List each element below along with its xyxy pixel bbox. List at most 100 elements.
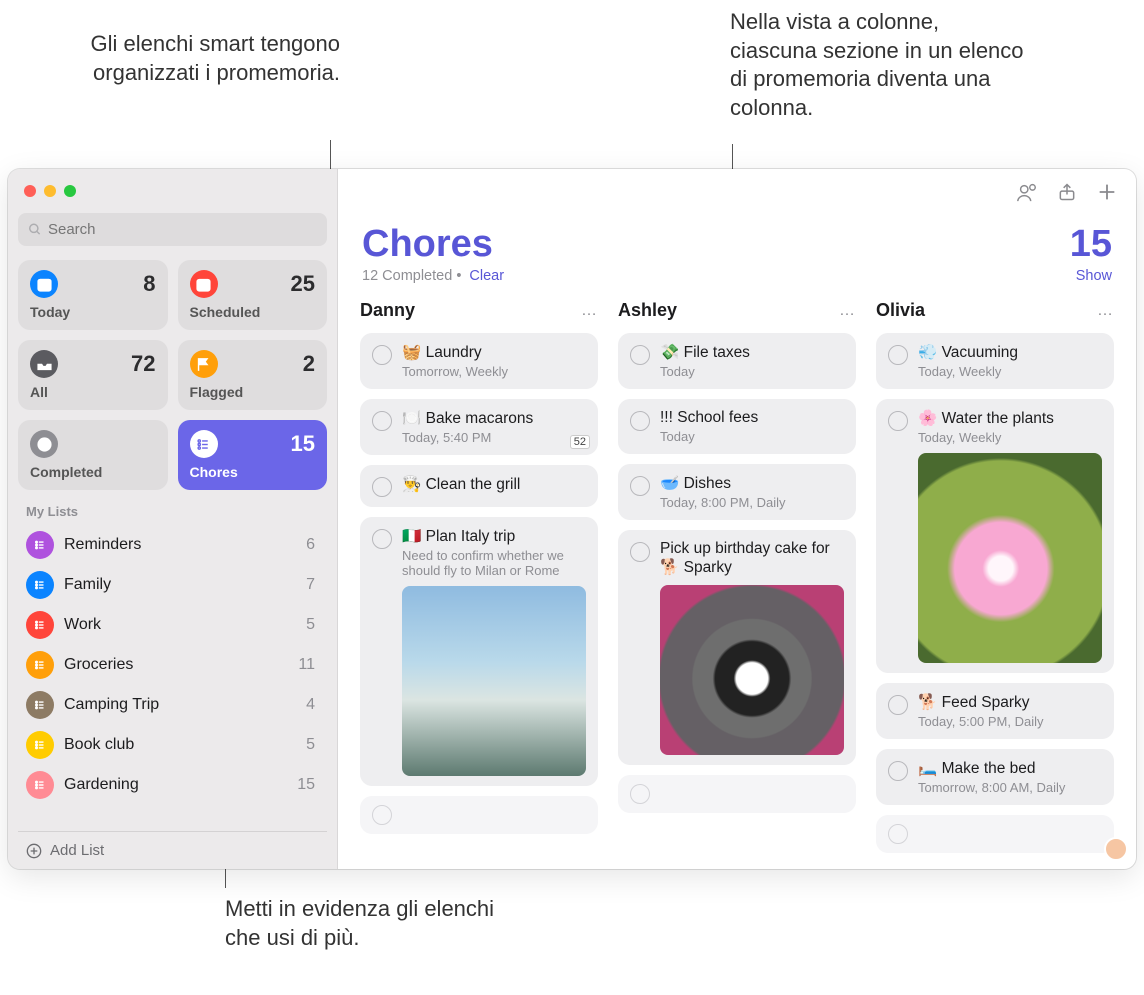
complete-toggle[interactable] [630, 411, 650, 431]
reminder-card[interactable]: 🥣 Dishes Today, 8:00 PM, Daily [618, 464, 856, 520]
list-row-work[interactable]: Work5 [18, 605, 327, 645]
list-label: Family [64, 576, 306, 594]
smart-count: 15 [291, 431, 315, 457]
reminder-card[interactable]: 👨‍🍳 Clean the grill [360, 465, 598, 507]
complete-toggle[interactable] [372, 529, 392, 549]
reminder-subtitle: Today, Weekly [918, 364, 1102, 379]
reminder-subtitle: Today [660, 429, 844, 444]
reminder-card[interactable]: 🌸 Water the plantsToday, Weekly [876, 399, 1114, 673]
reminder-title: 🥣 Dishes [660, 474, 844, 493]
add-reminder-icon[interactable] [1096, 181, 1118, 203]
smart-count: 2 [303, 351, 315, 377]
clear-completed[interactable]: Clear [469, 268, 504, 284]
add-reminder-placeholder[interactable] [876, 815, 1114, 853]
list-color-dot [26, 531, 54, 559]
reminder-card[interactable]: 🍽️ Bake macaronsToday, 5:40 PM52 [360, 399, 598, 455]
list-count: 7 [306, 576, 315, 594]
column-more-icon[interactable]: … [1097, 302, 1114, 320]
list-label: Groceries [64, 656, 298, 674]
reminder-card[interactable]: 🐕 Feed SparkyToday, 5:00 PM, Daily [876, 683, 1114, 739]
smart-icon-tray-icon [30, 350, 58, 378]
reminder-card[interactable]: 💨 VacuumingToday, Weekly [876, 333, 1114, 389]
list-row-family[interactable]: Family7 [18, 565, 327, 605]
list-color-dot [26, 611, 54, 639]
complete-toggle[interactable] [630, 345, 650, 365]
smart-icon-list-icon [190, 430, 218, 458]
list-row-book-club[interactable]: Book club5 [18, 725, 327, 765]
reminder-image [402, 586, 586, 776]
smart-card-scheduled[interactable]: 25Scheduled [178, 260, 328, 330]
reminder-subtitle: Need to confirm whether we should fly to… [402, 548, 586, 578]
list-row-gardening[interactable]: Gardening15 [18, 765, 327, 805]
reminder-subtitle: Tomorrow, 8:00 AM, Daily [918, 780, 1102, 795]
smart-name: Chores [190, 464, 316, 480]
smart-name: Scheduled [190, 304, 316, 320]
reminder-title: 🍽️ Bake macarons [402, 409, 586, 428]
smart-card-flagged[interactable]: 2Flagged [178, 340, 328, 410]
reminder-title: 🇮🇹 Plan Italy trip [402, 527, 586, 546]
reminder-card[interactable]: Pick up birthday cake for 🐕 Sparky [618, 530, 856, 765]
smart-card-completed[interactable]: Completed [18, 420, 168, 490]
share-icon[interactable] [1056, 181, 1078, 203]
reminder-title: Pick up birthday cake for 🐕 Sparky [660, 540, 844, 577]
smart-name: Today [30, 304, 156, 320]
list-color-dot [26, 571, 54, 599]
avatar [1104, 837, 1128, 861]
smart-card-all[interactable]: 72All [18, 340, 168, 410]
complete-toggle[interactable] [630, 476, 650, 496]
smart-icon-calendar-icon [30, 270, 58, 298]
search-input[interactable] [48, 221, 317, 238]
complete-toggle[interactable] [372, 345, 392, 365]
list-color-dot [26, 771, 54, 799]
search-field[interactable] [18, 213, 327, 246]
reminder-card[interactable]: 💸 File taxesToday [618, 333, 856, 389]
calendar-badge: 52 [570, 435, 590, 449]
reminder-subtitle: Today, 8:00 PM, Daily [660, 495, 844, 510]
close-window[interactable] [24, 185, 36, 197]
complete-toggle[interactable] [888, 411, 908, 431]
complete-toggle[interactable] [888, 761, 908, 781]
column-title: Danny [360, 300, 415, 321]
complete-toggle[interactable] [888, 345, 908, 365]
complete-toggle[interactable] [888, 695, 908, 715]
list-title: Chores [362, 223, 493, 266]
reminder-subtitle: Today, 5:00 PM, Daily [918, 714, 1102, 729]
list-label: Reminders [64, 536, 306, 554]
add-list-button[interactable]: Add List [18, 831, 327, 869]
smart-card-today[interactable]: 8Today [18, 260, 168, 330]
reminder-card[interactable]: 🇮🇹 Plan Italy trip Need to confirm whethe… [360, 517, 598, 786]
toolbar [338, 169, 1136, 215]
column-ashley: Ashley…💸 File taxesToday!!! School feesT… [618, 300, 856, 869]
my-lists-header: My Lists [26, 504, 319, 519]
list-count: 4 [306, 696, 315, 714]
add-reminder-placeholder[interactable] [360, 796, 598, 834]
complete-toggle[interactable] [630, 542, 650, 562]
add-reminder-placeholder[interactable] [618, 775, 856, 813]
list-color-dot [26, 731, 54, 759]
reminder-title: 🛏️ Make the bed [918, 759, 1102, 778]
list-color-dot [26, 651, 54, 679]
column-more-icon[interactable]: … [839, 302, 856, 320]
list-row-reminders[interactable]: Reminders6 [18, 525, 327, 565]
reminder-card[interactable]: 🛏️ Make the bed Tomorrow, 8:00 AM, Daily [876, 749, 1114, 805]
reminders-window: 8Today25Scheduled72All2FlaggedCompleted1… [8, 169, 1136, 869]
reminder-card[interactable]: 🧺 LaundryTomorrow, Weekly [360, 333, 598, 389]
reminder-title: !!! School fees [660, 409, 844, 427]
smart-card-chores[interactable]: 15 Chores [178, 420, 328, 490]
fullscreen-window[interactable] [64, 185, 76, 197]
complete-toggle[interactable] [372, 477, 392, 497]
window-controls [18, 179, 327, 209]
minimize-window[interactable] [44, 185, 56, 197]
smart-lists-grid: 8Today25Scheduled72All2FlaggedCompleted1… [18, 260, 327, 490]
list-row-groceries[interactable]: Groceries11 [18, 645, 327, 685]
show-completed[interactable]: Show [1076, 268, 1112, 284]
reminder-card[interactable]: !!! School fees Today [618, 399, 856, 454]
my-lists: Reminders6Family7Work5Groceries11Camping… [18, 525, 327, 805]
smart-count: 72 [131, 351, 155, 377]
complete-toggle[interactable] [372, 411, 392, 431]
list-row-camping-trip[interactable]: Camping Trip4 [18, 685, 327, 725]
column-olivia: Olivia…💨 VacuumingToday, Weekly🌸 Water t… [876, 300, 1114, 869]
callout-smart-lists: Gli elenchi smart tengono organizzati i … [60, 30, 340, 87]
column-more-icon[interactable]: … [581, 302, 598, 320]
collaborate-icon[interactable] [1016, 181, 1038, 203]
